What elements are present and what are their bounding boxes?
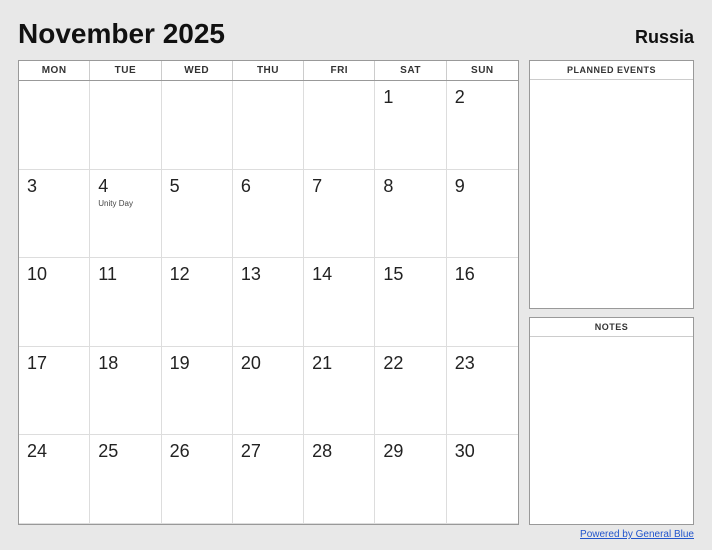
- month-year-title: November 2025: [18, 18, 225, 50]
- notes-label: NOTES: [530, 318, 693, 337]
- calendar-cell: 9: [447, 170, 518, 259]
- planned-events-box: PLANNED EVENTS: [529, 60, 694, 309]
- planned-events-content: [530, 80, 693, 308]
- calendar-cell: 24: [19, 435, 90, 524]
- notes-box: NOTES: [529, 317, 694, 525]
- cell-date: 8: [383, 176, 393, 198]
- calendar-cell: 19: [162, 347, 233, 436]
- calendar-grid-section: MONTUEWEDTHUFRISATSUN 1234Unity Day56789…: [18, 60, 519, 525]
- day-header: SAT: [375, 61, 446, 80]
- footer: Powered by General Blue: [18, 529, 694, 540]
- cell-date: 9: [455, 176, 465, 198]
- cell-date: 3: [27, 176, 37, 198]
- calendar-cell: 14: [304, 258, 375, 347]
- calendar-cell: 11: [90, 258, 161, 347]
- calendar-header: November 2025 Russia: [18, 18, 694, 50]
- calendar-cell: 30: [447, 435, 518, 524]
- cell-date: 5: [170, 176, 180, 198]
- cell-date: 22: [383, 353, 403, 375]
- calendar-cell: 12: [162, 258, 233, 347]
- calendar-cell: [162, 81, 233, 170]
- cell-date: 14: [312, 264, 332, 286]
- cell-date: 10: [27, 264, 47, 286]
- cell-date: 1: [383, 87, 393, 109]
- day-header: SUN: [447, 61, 518, 80]
- calendar-cell: 16: [447, 258, 518, 347]
- day-headers-row: MONTUEWEDTHUFRISATSUN: [19, 61, 518, 81]
- calendar-grid-body: 1234Unity Day567891011121314151617181920…: [19, 81, 518, 524]
- cell-date: 2: [455, 87, 465, 109]
- cell-date: 20: [241, 353, 261, 375]
- cell-date: 24: [27, 441, 47, 463]
- calendar-cell: 29: [375, 435, 446, 524]
- calendar-page: November 2025 Russia MONTUEWEDTHUFRISATS…: [0, 0, 712, 550]
- day-header: THU: [233, 61, 304, 80]
- cell-date: 18: [98, 353, 118, 375]
- cell-date: 28: [312, 441, 332, 463]
- calendar-cell: [304, 81, 375, 170]
- cell-date: 4: [98, 176, 108, 198]
- sidebar: PLANNED EVENTS NOTES: [529, 60, 694, 525]
- calendar-cell: 3: [19, 170, 90, 259]
- cell-date: 17: [27, 353, 47, 375]
- calendar-cell: 5: [162, 170, 233, 259]
- calendar-cell: 22: [375, 347, 446, 436]
- cell-date: 30: [455, 441, 475, 463]
- calendar-cell: 2: [447, 81, 518, 170]
- cell-date: 11: [98, 264, 117, 286]
- cell-date: 25: [98, 441, 118, 463]
- day-header: MON: [19, 61, 90, 80]
- calendar-cell: 8: [375, 170, 446, 259]
- day-header: WED: [162, 61, 233, 80]
- calendar-cell: [19, 81, 90, 170]
- calendar-cell: 17: [19, 347, 90, 436]
- country-title: Russia: [635, 27, 694, 48]
- cell-date: 27: [241, 441, 261, 463]
- cell-date: 15: [383, 264, 403, 286]
- cell-date: 7: [312, 176, 322, 198]
- main-content: MONTUEWEDTHUFRISATSUN 1234Unity Day56789…: [18, 60, 694, 525]
- cell-date: 6: [241, 176, 251, 198]
- calendar-cell: 23: [447, 347, 518, 436]
- calendar-cell: 26: [162, 435, 233, 524]
- calendar-cell: 27: [233, 435, 304, 524]
- cell-event: Unity Day: [98, 199, 133, 209]
- cell-date: 13: [241, 264, 261, 286]
- calendar-cell: 28: [304, 435, 375, 524]
- day-header: TUE: [90, 61, 161, 80]
- calendar-cell: 1: [375, 81, 446, 170]
- calendar-cell: 10: [19, 258, 90, 347]
- calendar-cell: 25: [90, 435, 161, 524]
- notes-content: [530, 337, 693, 524]
- cell-date: 12: [170, 264, 190, 286]
- calendar-cell: 6: [233, 170, 304, 259]
- calendar-cell: 20: [233, 347, 304, 436]
- calendar-cell: [233, 81, 304, 170]
- powered-by-link[interactable]: Powered by General Blue: [580, 529, 694, 540]
- cell-date: 19: [170, 353, 190, 375]
- calendar-cell: 4Unity Day: [90, 170, 161, 259]
- calendar-cell: 7: [304, 170, 375, 259]
- cell-date: 29: [383, 441, 403, 463]
- planned-events-label: PLANNED EVENTS: [530, 61, 693, 80]
- calendar-cell: [90, 81, 161, 170]
- calendar-cell: 13: [233, 258, 304, 347]
- calendar-cell: 15: [375, 258, 446, 347]
- cell-date: 16: [455, 264, 475, 286]
- calendar-cell: 18: [90, 347, 161, 436]
- cell-date: 21: [312, 353, 332, 375]
- cell-date: 26: [170, 441, 190, 463]
- cell-date: 23: [455, 353, 475, 375]
- calendar-cell: 21: [304, 347, 375, 436]
- day-header: FRI: [304, 61, 375, 80]
